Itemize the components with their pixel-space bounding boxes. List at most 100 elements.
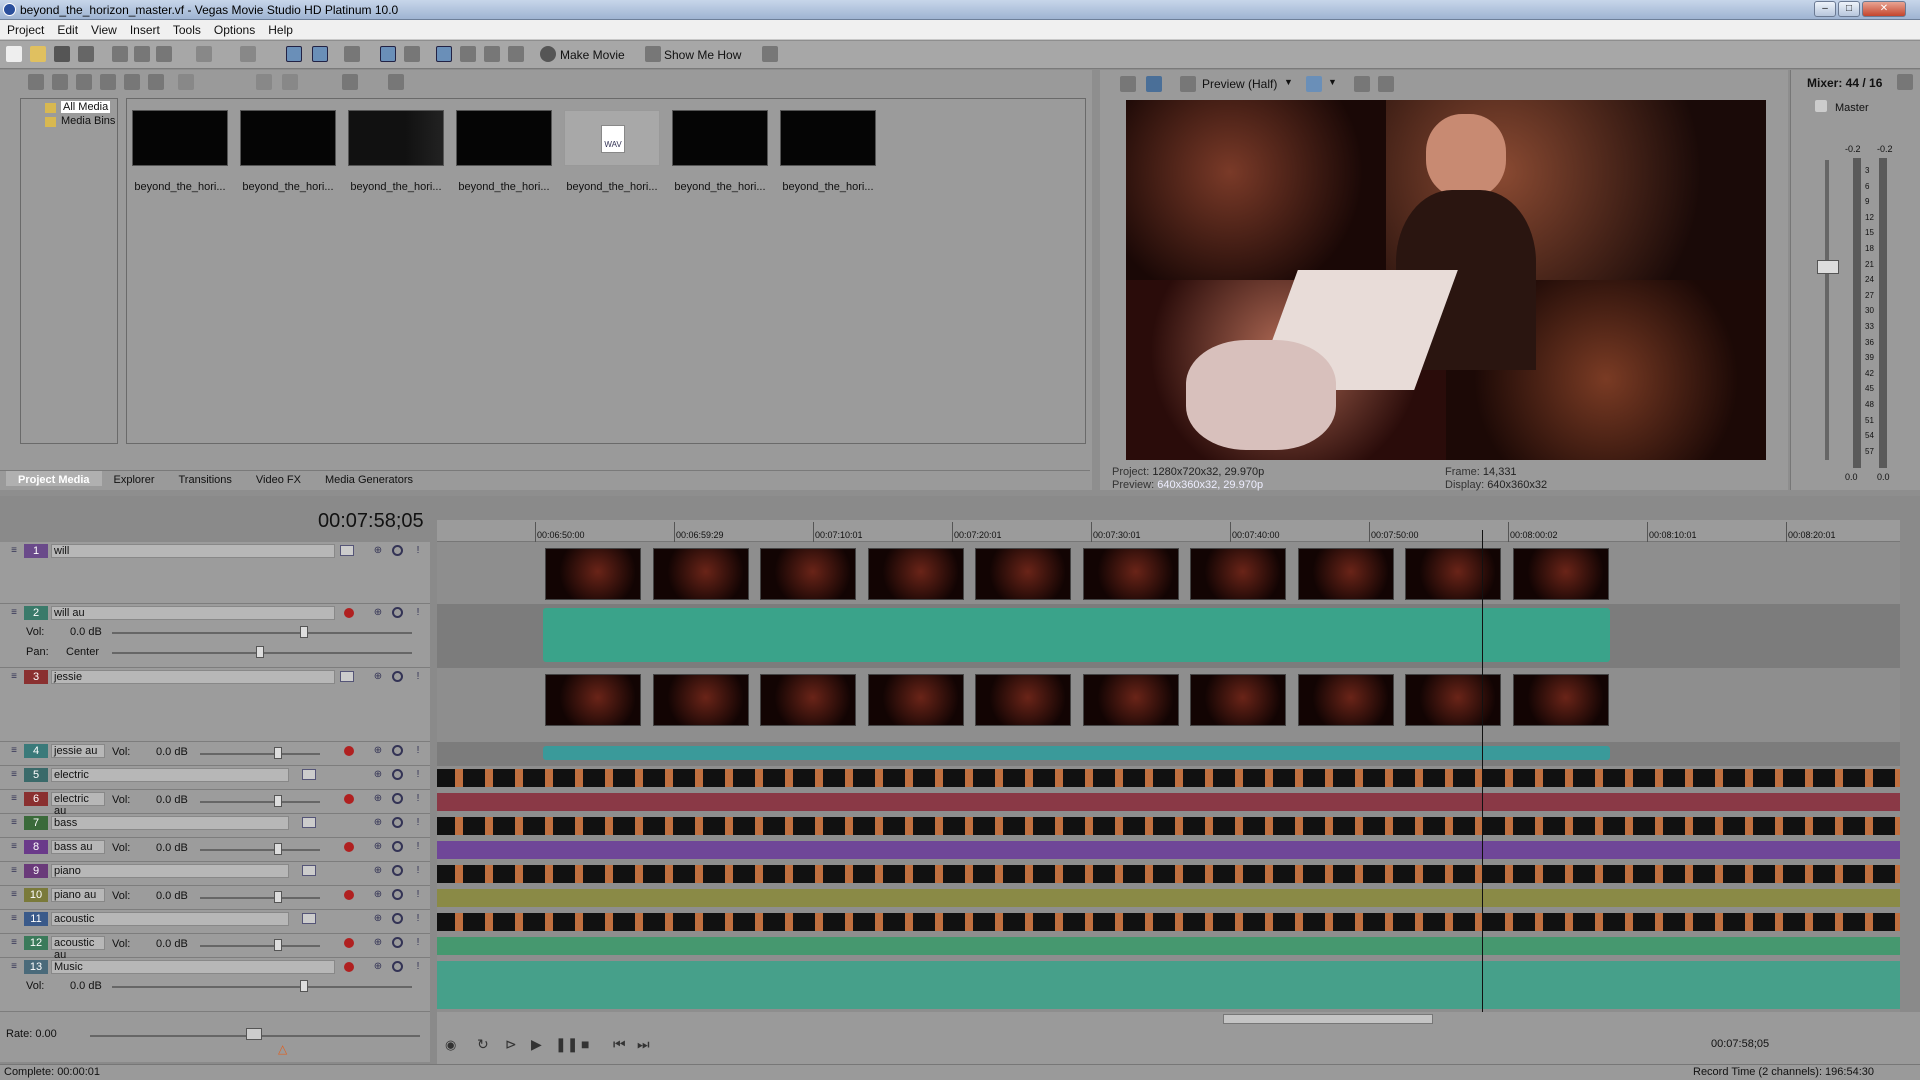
mute-icon[interactable] xyxy=(392,769,403,780)
snap-icon[interactable] xyxy=(286,46,302,62)
media-thumbnail[interactable] xyxy=(348,110,444,166)
track-motion-icon[interactable]: ⊕ xyxy=(372,671,384,683)
solo-icon[interactable]: ! xyxy=(412,545,424,557)
track-name[interactable]: bass au xyxy=(51,840,105,854)
track-expand-icon[interactable]: ≡ xyxy=(8,937,20,949)
vol-slider[interactable] xyxy=(300,980,308,992)
track-motion-icon[interactable]: ⊕ xyxy=(372,769,384,781)
track-expand-icon[interactable]: ≡ xyxy=(8,745,20,757)
zoom-tool-icon[interactable] xyxy=(508,46,524,62)
stop-icon[interactable]: ■ xyxy=(581,1036,589,1052)
track-name[interactable]: jessie xyxy=(51,670,335,684)
track-fx-icon[interactable] xyxy=(302,913,316,924)
track-lane[interactable] xyxy=(437,814,1900,838)
arm-record-icon[interactable] xyxy=(344,794,354,804)
mute-icon[interactable] xyxy=(392,793,403,804)
record-icon[interactable]: ◉ xyxy=(445,1037,456,1053)
chevron-down-icon[interactable]: ▼ xyxy=(1328,77,1337,87)
track-motion-icon[interactable]: ⊕ xyxy=(372,913,384,925)
track-motion-icon[interactable]: ⊕ xyxy=(372,961,384,973)
audio-event-strip[interactable] xyxy=(437,841,1900,859)
video-event-frame[interactable] xyxy=(1082,674,1179,726)
pause-icon[interactable]: ❚❚ xyxy=(555,1036,578,1053)
mute-icon[interactable] xyxy=(392,671,403,682)
menu-edit[interactable]: Edit xyxy=(50,20,84,37)
video-event-frame[interactable] xyxy=(1297,674,1394,726)
mute-icon[interactable] xyxy=(392,889,403,900)
solo-icon[interactable]: ! xyxy=(412,841,424,853)
cut-icon[interactable] xyxy=(112,46,128,62)
track-lane[interactable] xyxy=(437,862,1900,886)
track-motion-icon[interactable]: ⊕ xyxy=(372,545,384,557)
arm-record-icon[interactable] xyxy=(344,962,354,972)
solo-icon[interactable]: ! xyxy=(412,937,424,949)
track-lane[interactable] xyxy=(437,790,1900,814)
mute-icon[interactable] xyxy=(392,607,403,618)
track-name[interactable]: Music xyxy=(51,960,335,974)
track-name[interactable]: piano au xyxy=(51,888,105,902)
track-header-acoustic-au[interactable]: ≡ 12 acoustic au ⊕! Vol: 0.0 dB xyxy=(0,934,430,961)
copy-snapshot-icon[interactable] xyxy=(1354,76,1370,92)
track-lane[interactable] xyxy=(437,742,1900,766)
playhead-cursor[interactable] xyxy=(1482,530,1483,1014)
arm-record-icon[interactable] xyxy=(344,746,354,756)
time-ruler[interactable]: 00:06:50:00 00:06:59:29 00:07:10:01 00:07:2… xyxy=(437,520,1900,542)
vol-slider[interactable] xyxy=(300,626,308,638)
loop-icon[interactable]: ↻ xyxy=(477,1036,489,1053)
redo-icon[interactable] xyxy=(240,46,256,62)
envelope-tool-icon[interactable] xyxy=(460,46,476,62)
audio-event-strip[interactable] xyxy=(437,889,1900,907)
maximize-button[interactable]: □ xyxy=(1838,1,1860,17)
solo-icon[interactable]: ! xyxy=(412,793,424,805)
play-icon[interactable] xyxy=(256,74,272,90)
video-event-frame[interactable] xyxy=(1190,674,1286,726)
close-button[interactable]: ✕ xyxy=(1862,1,1906,17)
media-thumbnail[interactable] xyxy=(780,110,876,166)
video-event-strip[interactable] xyxy=(437,865,1900,883)
mute-icon[interactable] xyxy=(392,841,403,852)
normal-tool-icon[interactable] xyxy=(436,46,452,62)
video-event-frame[interactable] xyxy=(1190,548,1286,600)
media-thumbnail[interactable] xyxy=(132,110,228,166)
media-thumbnail-audio[interactable]: WAV xyxy=(564,110,660,166)
minimize-button[interactable]: – xyxy=(1814,1,1836,17)
track-fx-icon[interactable] xyxy=(340,545,354,556)
media-thumbnail[interactable] xyxy=(672,110,768,166)
mute-icon[interactable] xyxy=(392,545,403,556)
track-motion-icon[interactable]: ⊕ xyxy=(372,937,384,949)
track-name[interactable]: piano xyxy=(51,864,289,878)
track-header-electric[interactable]: ≡ 5 electric ⊕! xyxy=(0,766,430,790)
track-expand-icon[interactable]: ≡ xyxy=(8,961,20,973)
vol-slider[interactable] xyxy=(274,795,282,807)
track-expand-icon[interactable]: ≡ xyxy=(8,889,20,901)
audio-event-strip[interactable] xyxy=(437,937,1900,955)
audio-event[interactable] xyxy=(543,746,1610,760)
tab-explorer[interactable]: Explorer xyxy=(102,471,167,486)
audio-event-strip[interactable] xyxy=(437,793,1900,811)
track-expand-icon[interactable]: ≡ xyxy=(8,671,20,683)
views-icon[interactable] xyxy=(342,74,358,90)
get-photos-icon[interactable] xyxy=(100,74,116,90)
undo-icon[interactable] xyxy=(196,46,212,62)
menu-project[interactable]: Project xyxy=(0,20,50,37)
new-icon[interactable] xyxy=(6,46,22,62)
media-fx-icon[interactable] xyxy=(124,74,140,90)
help-icon[interactable] xyxy=(762,46,778,62)
track-header-bass-au[interactable]: ≡ 8 bass au ⊕! Vol: 0.0 dB xyxy=(0,838,430,862)
mute-icon[interactable] xyxy=(392,817,403,828)
menu-view[interactable]: View xyxy=(84,20,123,37)
play-from-start-icon[interactable]: ⊳ xyxy=(505,1036,517,1053)
track-lane[interactable] xyxy=(437,604,1900,668)
tab-media-generators[interactable]: Media Generators xyxy=(313,471,425,486)
solo-icon[interactable]: ! xyxy=(412,607,424,619)
timeline-timecode[interactable]: 00:07:58;05 xyxy=(318,510,424,533)
video-event-frame[interactable] xyxy=(1405,674,1501,726)
video-event-frame[interactable] xyxy=(1405,548,1501,600)
open-icon[interactable] xyxy=(30,46,46,62)
track-lane[interactable] xyxy=(437,886,1900,910)
track-header-acoustic[interactable]: ≡ 11 acoustic ⊕! xyxy=(0,910,430,934)
solo-icon[interactable]: ! xyxy=(412,769,424,781)
arm-record-icon[interactable] xyxy=(344,890,354,900)
selection-tool-icon[interactable] xyxy=(484,46,500,62)
show-me-how-button[interactable]: Show Me How xyxy=(664,48,741,62)
